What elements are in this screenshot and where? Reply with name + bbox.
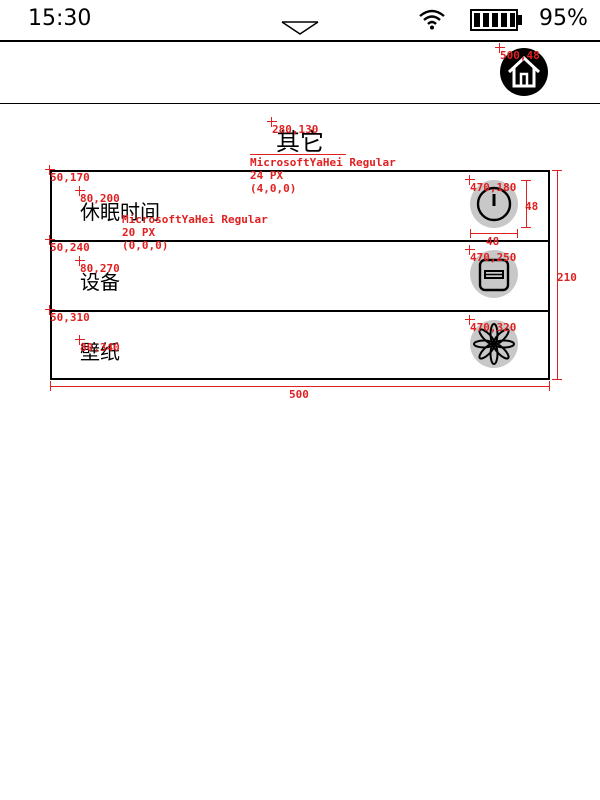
annotation-label-color: (0,0,0) xyxy=(122,239,169,252)
annotation-label-font: MicrosoftYaHei Regular xyxy=(122,213,268,226)
annotation-row3-pos: 50,310 xyxy=(50,311,90,324)
annotation-list-height: 210 xyxy=(557,271,577,284)
annotation-list-width-line xyxy=(50,386,550,387)
annotation-title-size: 24 PX xyxy=(250,169,284,182)
annotation-tick xyxy=(470,229,471,238)
battery-icon xyxy=(470,9,524,35)
annotation-row2-icon-pos: 470,250 xyxy=(470,251,517,264)
annotation-tick xyxy=(549,381,550,391)
annotation-title-color: (4,0,0) xyxy=(250,182,297,195)
annotation-tick xyxy=(517,229,518,238)
annotation-icon-height: 48 xyxy=(525,200,539,213)
annotation-home: 500,48 xyxy=(500,49,540,62)
annotation-tick xyxy=(50,381,51,391)
annotation-tick xyxy=(552,170,562,171)
annotation-row1-icon-pos: 470,180 xyxy=(470,181,517,194)
battery-percent: 95% xyxy=(539,6,588,31)
annotation-tick xyxy=(521,227,531,228)
pulldown-arrow-icon[interactable] xyxy=(280,20,320,40)
annotation-title-font: MicrosoftYaHei Regular xyxy=(250,156,396,169)
annotation-row3-label-pos: 80,340 xyxy=(80,341,120,354)
annotation-row2-pos: 50,240 xyxy=(50,241,90,254)
annotation-label-size: 20 PX xyxy=(122,226,156,239)
wifi-icon xyxy=(418,8,446,34)
clock: 15:30 xyxy=(28,6,92,31)
annotation-title-pos: 280,130 xyxy=(272,123,319,136)
annotation-underline xyxy=(250,154,346,155)
annotation-icon-width: 48 xyxy=(486,235,500,248)
annotation-tick xyxy=(521,180,531,181)
annotation-row1-label-pos: 80,200 xyxy=(80,192,120,205)
annotation-row1-pos: 50,170 xyxy=(50,171,90,184)
annotation-tick xyxy=(552,379,562,380)
annotation-list-width: 500 xyxy=(289,388,309,401)
annotation-icon-width-line xyxy=(470,233,518,234)
settings-list: 休眠时间 设备 壁纸 xyxy=(50,170,550,380)
status-bar: 15:30 95% xyxy=(0,0,600,42)
annotation-row2-label-pos: 80,270 xyxy=(80,262,120,275)
header-divider xyxy=(0,103,600,104)
annotation-row3-icon-pos: 470,320 xyxy=(470,321,517,334)
